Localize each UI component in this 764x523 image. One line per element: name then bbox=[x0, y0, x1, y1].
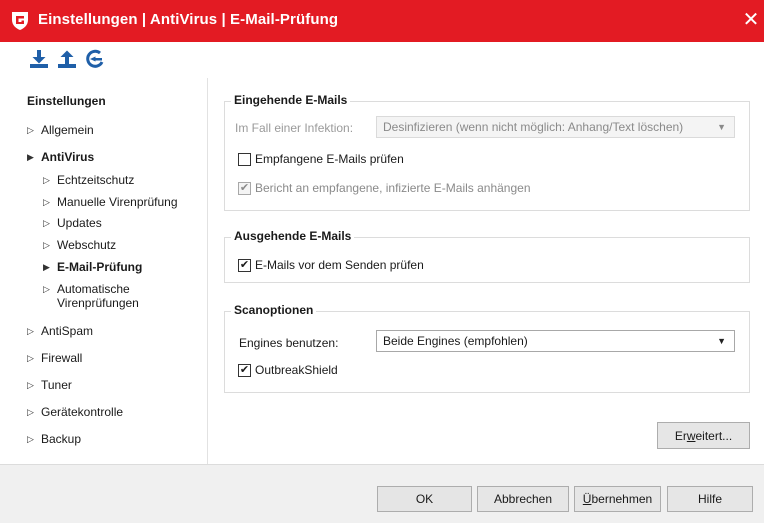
advanced-button-label-post: eitert... bbox=[695, 428, 733, 443]
advanced-button-accelerator: w bbox=[686, 428, 696, 443]
check-outgoing-label: E-Mails vor dem Senden prüfen bbox=[255, 258, 424, 272]
ok-button[interactable]: OK bbox=[377, 486, 472, 512]
outgoing-mails-group: Ausgehende E-Mails ✔ E-Mails vor dem Sen… bbox=[224, 229, 750, 283]
sidebar-item-label-line2: Virenprüfungen bbox=[57, 296, 139, 310]
check-incoming-checkbox[interactable]: Empfangene E-Mails prüfen bbox=[238, 152, 404, 166]
sidebar-item-geraetekontrolle[interactable]: ▷ Gerätekontrolle bbox=[27, 405, 123, 419]
incoming-mails-group: Eingehende E-Mails Im Fall einer Infekti… bbox=[224, 93, 750, 211]
outgoing-mails-legend: Ausgehende E-Mails bbox=[231, 229, 355, 243]
expand-arrow-icon: ▷ bbox=[27, 125, 34, 135]
infection-action-label: Im Fall einer Infektion: bbox=[235, 121, 354, 135]
scan-options-legend: Scanoptionen bbox=[231, 303, 317, 317]
cancel-button-label: Abbrechen bbox=[493, 492, 553, 506]
sidebar-item-label-line1: Automatische bbox=[57, 282, 130, 296]
sidebar-item-label: Allgemein bbox=[41, 123, 94, 137]
reset-icon[interactable] bbox=[84, 48, 106, 70]
scan-options-group: Scanoptionen Engines benutzen: Beide Eng… bbox=[224, 303, 750, 393]
window-title: Einstellungen | AntiVirus | E-Mail-Prüfu… bbox=[38, 11, 339, 28]
expand-arrow-icon: ▷ bbox=[43, 218, 50, 228]
sidebar-item-updates[interactable]: ▷ Updates bbox=[43, 216, 102, 230]
sidebar-item-backup[interactable]: ▷ Backup bbox=[27, 432, 81, 446]
checkbox-box: ✔ bbox=[238, 181, 251, 195]
export-icon[interactable] bbox=[56, 48, 78, 70]
selected-arrow-icon: ▶ bbox=[43, 262, 50, 272]
sidebar-item-webschutz[interactable]: ▷ Webschutz bbox=[43, 238, 116, 252]
sidebar-item-label: AntiVirus bbox=[41, 150, 95, 164]
sidebar-item-label: Manuelle Virenprüfung bbox=[57, 195, 178, 209]
advanced-button-label-pre: Er bbox=[674, 428, 687, 443]
attach-report-label: Bericht an empfangene, infizierte E-Mail… bbox=[255, 181, 531, 195]
cancel-button[interactable]: Abbrechen bbox=[477, 486, 569, 512]
apply-button-label-post: bernehmen bbox=[591, 492, 653, 506]
sidebar-item-email-pruefung[interactable]: ▶ E-Mail-Prüfung bbox=[43, 260, 142, 274]
expand-arrow-icon: ▷ bbox=[43, 197, 50, 207]
ok-button-label: OK bbox=[415, 492, 434, 506]
engines-value: Beide Engines (empfohlen) bbox=[383, 334, 528, 348]
sidebar-item-allgemein[interactable]: ▷ Allgemein bbox=[27, 123, 94, 137]
infection-action-select[interactable]: Desinfizieren (wenn nicht möglich: Anhan… bbox=[376, 116, 735, 138]
outbreakshield-label: OutbreakShield bbox=[255, 363, 338, 377]
expand-arrow-icon: ▷ bbox=[27, 380, 34, 390]
dialog-footer: OK Abbrechen Übernehmen Hilfe bbox=[0, 464, 764, 523]
checkbox-box: ✔ bbox=[238, 363, 251, 377]
help-button[interactable]: Hilfe bbox=[667, 486, 753, 512]
toolbar bbox=[0, 42, 764, 78]
content-area: Einstellungen ▷ Allgemein ▶ AntiVirus ▷ … bbox=[0, 78, 764, 464]
check-incoming-label: Empfangene E-Mails prüfen bbox=[255, 152, 404, 166]
expanded-arrow-icon: ▶ bbox=[27, 152, 34, 162]
chevron-down-icon: ▼ bbox=[717, 122, 726, 132]
sidebar-item-label: Automatische Virenprüfungen bbox=[57, 282, 139, 310]
expand-arrow-icon: ▷ bbox=[27, 407, 34, 417]
expand-arrow-icon: ▷ bbox=[27, 326, 34, 336]
sidebar-item-echtzeitschutz[interactable]: ▷ Echtzeitschutz bbox=[43, 173, 134, 187]
sidebar-item-label: E-Mail-Prüfung bbox=[57, 260, 143, 274]
apply-button-accelerator: Ü bbox=[582, 492, 592, 506]
expand-arrow-icon: ▷ bbox=[43, 240, 50, 250]
incoming-mails-legend: Eingehende E-Mails bbox=[231, 93, 351, 107]
settings-sidebar: Einstellungen ▷ Allgemein ▶ AntiVirus ▷ … bbox=[0, 78, 208, 464]
engines-select[interactable]: Beide Engines (empfohlen) ▼ bbox=[376, 330, 735, 352]
apply-button[interactable]: Übernehmen bbox=[574, 486, 661, 512]
advanced-button[interactable]: Er w eitert... bbox=[657, 422, 750, 449]
sidebar-item-label: AntiSpam bbox=[41, 324, 94, 338]
sidebar-item-label: Firewall bbox=[41, 351, 83, 365]
expand-arrow-icon: ▷ bbox=[27, 353, 34, 363]
chevron-down-icon: ▼ bbox=[717, 336, 726, 346]
sidebar-item-manuelle-virenpruefung[interactable]: ▷ Manuelle Virenprüfung bbox=[43, 195, 178, 209]
expand-arrow-icon: ▷ bbox=[43, 175, 50, 185]
outbreakshield-checkbox[interactable]: ✔ OutbreakShield bbox=[238, 363, 338, 377]
check-outgoing-checkbox[interactable]: ✔ E-Mails vor dem Senden prüfen bbox=[238, 258, 424, 272]
sidebar-item-label: Echtzeitschutz bbox=[57, 173, 135, 187]
infection-action-value: Desinfizieren (wenn nicht möglich: Anhan… bbox=[383, 120, 684, 134]
sidebar-item-tuner[interactable]: ▷ Tuner bbox=[27, 378, 72, 392]
import-icon[interactable] bbox=[28, 48, 50, 70]
close-icon[interactable]: ✕ bbox=[741, 10, 761, 30]
attach-report-checkbox[interactable]: ✔ Bericht an empfangene, infizierte E-Ma… bbox=[238, 181, 531, 195]
checkbox-box: ✔ bbox=[238, 258, 251, 272]
sidebar-item-label: Webschutz bbox=[57, 238, 117, 252]
sidebar-item-label: Updates bbox=[57, 216, 102, 230]
expand-arrow-icon: ▷ bbox=[27, 434, 34, 444]
gdata-logo-icon bbox=[12, 12, 28, 30]
title-bar: Einstellungen | AntiVirus | E-Mail-Prüfu… bbox=[0, 0, 764, 42]
sidebar-item-automatische-virenpruefungen[interactable]: ▷ Automatische Virenprüfungen bbox=[43, 282, 139, 310]
expand-arrow-icon: ▷ bbox=[43, 284, 50, 294]
sidebar-item-antivirus[interactable]: ▶ AntiVirus bbox=[27, 150, 94, 164]
help-button-label: Hilfe bbox=[697, 492, 722, 506]
checkbox-box bbox=[238, 152, 251, 166]
sidebar-item-antispam[interactable]: ▷ AntiSpam bbox=[27, 324, 93, 338]
sidebar-item-firewall[interactable]: ▷ Firewall bbox=[27, 351, 82, 365]
sidebar-item-label: Tuner bbox=[41, 378, 72, 392]
sidebar-heading: Einstellungen bbox=[27, 94, 106, 108]
engines-label: Engines benutzen: bbox=[239, 336, 339, 350]
sidebar-item-label: Backup bbox=[41, 432, 82, 446]
sidebar-item-label: Gerätekontrolle bbox=[41, 405, 124, 419]
